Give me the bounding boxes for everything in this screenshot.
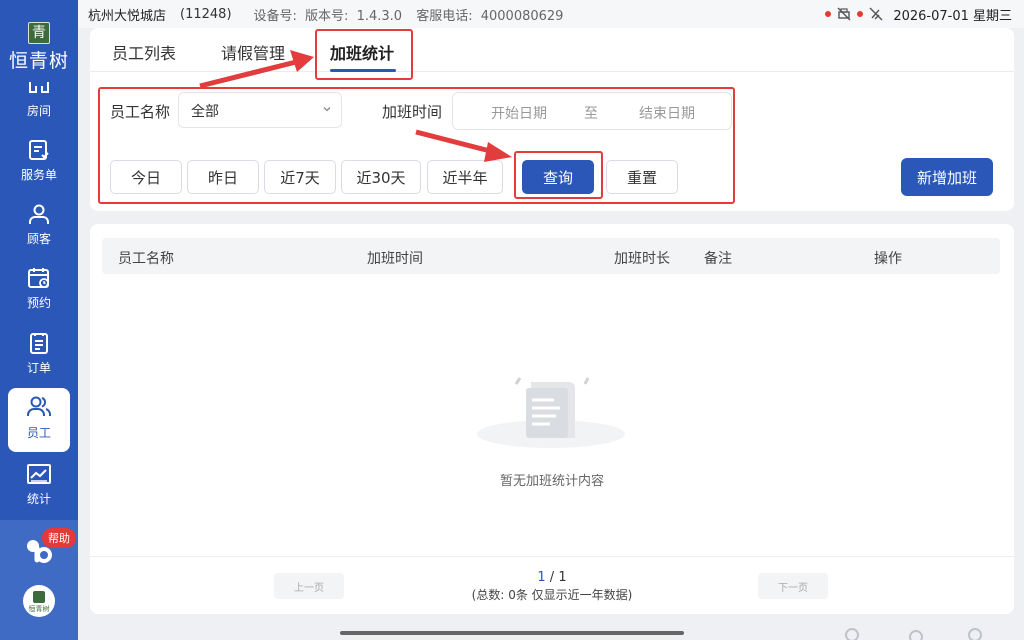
- device-label: 设备号:: [253, 8, 297, 24]
- service-order-icon: [29, 140, 49, 160]
- column-header-employee: 员工名称: [118, 251, 174, 267]
- sidebar-item-stats[interactable]: 统计: [8, 456, 70, 516]
- network-offline-icon: [869, 7, 883, 21]
- order-icon: [30, 333, 48, 354]
- floating-dot: [909, 630, 923, 640]
- empty-state-text: 暂无加班统计内容: [499, 474, 604, 489]
- total-pages: 1: [558, 570, 567, 585]
- sidebar-item-label: 房间: [26, 104, 51, 118]
- employee-name-label: 员工名称: [110, 103, 171, 121]
- version-label: 版本号:: [305, 8, 349, 24]
- quick-range-half-year[interactable]: 近半年: [427, 160, 503, 194]
- help-badge[interactable]: 帮助: [42, 528, 76, 548]
- version-value: 1.4.3.0: [356, 8, 403, 24]
- quick-range-yesterday[interactable]: 昨日: [187, 160, 259, 194]
- sidebar-item-label: 服务单: [20, 168, 57, 182]
- column-header-actions: 操作: [874, 251, 902, 267]
- sidebar-item-label: 预约: [26, 296, 51, 310]
- chevron-down-icon: [323, 107, 331, 112]
- staff-icon: [27, 396, 51, 416]
- date-range-separator: 至: [584, 106, 598, 122]
- customer-icon: [29, 204, 49, 224]
- quick-range-7days[interactable]: 近7天: [264, 160, 336, 194]
- date-range-picker[interactable]: 开始日期 至 结束日期: [452, 92, 732, 130]
- datetime: 2026-07-01 星期三: [893, 8, 1012, 24]
- mini-brand-text: 恒青树: [28, 605, 50, 613]
- device-info: 设备号: 版本号: 1.4.3.0 客服电话: 4000080629: [254, 5, 568, 24]
- employee-select-value: 全部: [191, 104, 219, 120]
- tab-bar: 员工列表 请假管理 加班统计: [90, 28, 1014, 72]
- store-name: 杭州大悦城店: [88, 8, 167, 24]
- mini-logo-badge: [33, 591, 45, 603]
- column-header-duration: 加班时长: [614, 251, 670, 267]
- sidebar-item-staff[interactable]: 员工: [8, 388, 70, 452]
- room-icon: [29, 82, 49, 93]
- pager-divider: [90, 556, 1014, 557]
- sidebar-item-order[interactable]: 订单: [8, 325, 70, 385]
- sidebar-item-booking[interactable]: 预约: [8, 260, 70, 320]
- alert-dot: [857, 11, 864, 17]
- tab-leave-management[interactable]: 请假管理: [221, 40, 285, 64]
- system-status: 2026-07-01 星期三: [825, 0, 1012, 28]
- pagination-info: 1 / 1 (总数: 0条 仅显示近一年数据): [90, 570, 1014, 603]
- table-header: 员工名称 加班时间 加班时长 备注 操作: [102, 238, 1000, 274]
- table-card: 员工名称 加班时间 加班时长 备注 操作 暂无加班统计内容 上一页 下一页 1 …: [90, 224, 1014, 614]
- end-date-input[interactable]: 结束日期: [639, 103, 695, 123]
- query-button[interactable]: 查询: [522, 160, 594, 194]
- reset-button[interactable]: 重置: [606, 160, 678, 194]
- sidebar-item-customer[interactable]: 顾客: [8, 196, 70, 256]
- page-indicator: 1 / 1: [90, 570, 1014, 585]
- home-indicator[interactable]: [340, 631, 684, 635]
- stats-icon: [27, 464, 51, 484]
- hotline-label: 客服电话:: [416, 8, 473, 24]
- mini-brand-logo: 恒青树: [23, 585, 55, 617]
- status-bar: 杭州大悦城店 (11248) 设备号: 版本号: 1.4.3.0 客服电话: 4…: [78, 0, 1024, 28]
- alert-dot: [825, 11, 832, 17]
- sidebar-item-room[interactable]: 房间: [8, 78, 70, 124]
- add-overtime-button[interactable]: 新增加班: [901, 158, 993, 196]
- brand-name: 恒青树: [8, 50, 69, 72]
- sidebar-item-service-order[interactable]: 服务单: [8, 132, 70, 192]
- tab-staff-list[interactable]: 员工列表: [112, 40, 176, 64]
- quick-range-30days[interactable]: 近30天: [341, 160, 421, 194]
- current-page: 1: [537, 570, 546, 585]
- empty-state-illustration: [477, 377, 625, 448]
- overtime-time-label: 加班时间: [382, 103, 443, 121]
- sidebar: 青 恒青树 房间 服务单 顾客 预约 订单 员工 统计 帮助 恒青树: [0, 0, 78, 640]
- store-code: (11248): [180, 6, 232, 22]
- printer-offline-icon: [837, 7, 851, 21]
- total-summary: (总数: 0条 仅显示近一年数据): [471, 588, 633, 602]
- employee-select[interactable]: 全部: [178, 92, 342, 128]
- calendar-icon: [28, 268, 49, 288]
- floating-dot: [968, 628, 982, 640]
- sidebar-item-label: 统计: [26, 492, 51, 506]
- column-header-remark: 备注: [704, 251, 732, 267]
- page-separator: /: [545, 570, 559, 585]
- sidebar-item-label: 员工: [26, 426, 51, 440]
- sidebar-item-label: 订单: [26, 361, 51, 375]
- tab-active-indicator: [330, 69, 396, 72]
- hotline-value: 4000080629: [480, 8, 564, 24]
- floating-dot: [845, 628, 859, 640]
- column-header-time: 加班时间: [367, 251, 423, 267]
- tab-overtime-stats[interactable]: 加班统计: [330, 40, 394, 64]
- filter-card: 员工列表 请假管理 加班统计 员工名称 全部 加班时间 开始日期 至 结束日期 …: [90, 28, 1014, 211]
- start-date-input[interactable]: 开始日期: [491, 103, 547, 123]
- sidebar-item-label: 顾客: [26, 232, 51, 246]
- app-logo: 青 恒青树: [0, 0, 78, 72]
- quick-range-today[interactable]: 今日: [110, 160, 182, 194]
- logo-badge: 青: [28, 22, 50, 44]
